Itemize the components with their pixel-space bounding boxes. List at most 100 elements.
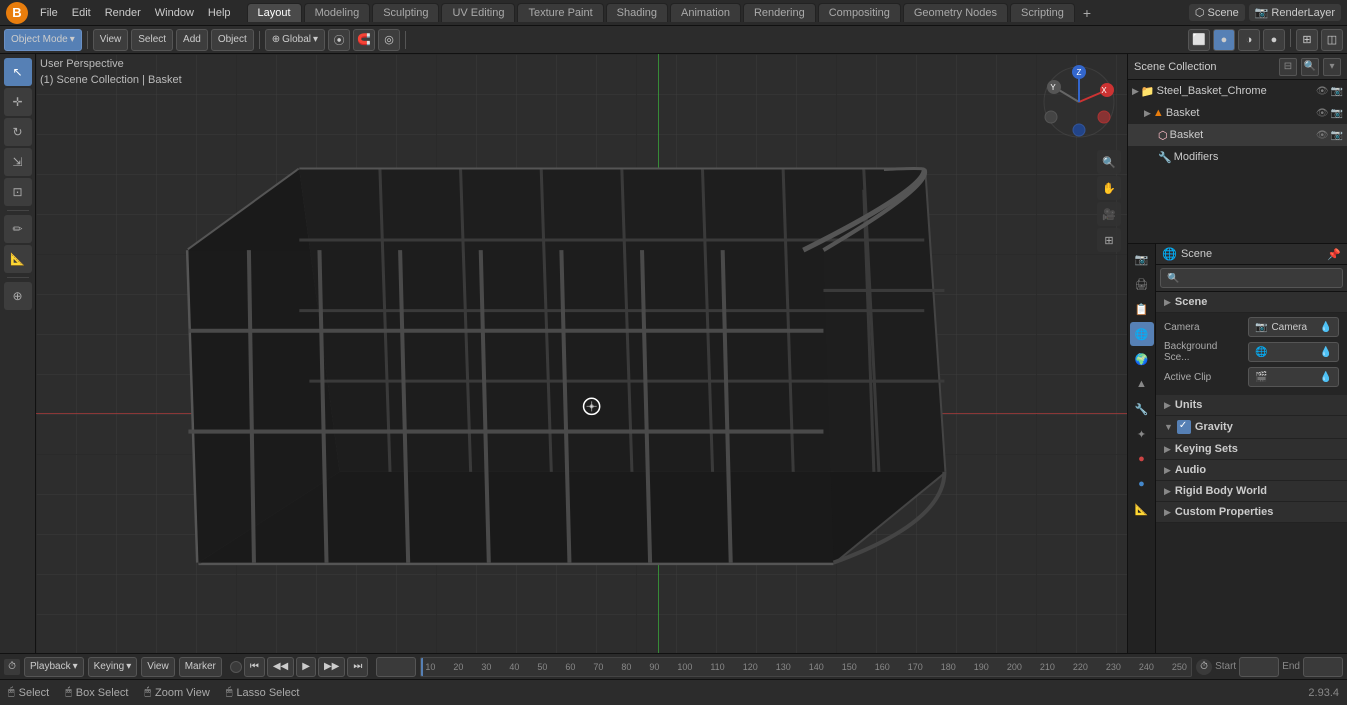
tree-item-basket-mesh[interactable]: ⬡ Basket 👁 📷 <box>1128 124 1347 146</box>
tree-item-steel-basket-chrome[interactable]: ▶ 📁 Steel_Basket_Chrome 👁 📷 <box>1128 80 1347 102</box>
world-props-icon[interactable]: 🌍 <box>1130 347 1154 371</box>
material-preview-btn[interactable]: ◑ <box>1238 29 1260 51</box>
select-menu[interactable]: Select <box>131 29 173 51</box>
view-timeline-menu[interactable]: View <box>141 657 175 677</box>
visibility-icon-3[interactable]: 👁 <box>1316 130 1329 141</box>
active-clip-value[interactable]: 🎬 💧 <box>1248 367 1339 387</box>
viewport[interactable]: User Perspective (1) Scene Collection | … <box>36 54 1127 653</box>
output-props-icon[interactable]: 🖨 <box>1130 272 1154 296</box>
menu-render[interactable]: Render <box>99 5 147 21</box>
audio-section-header[interactable]: ▶ Audio <box>1156 460 1347 481</box>
timeline-ruler[interactable]: 10 20 30 40 50 60 70 80 90 100 110 120 1… <box>420 657 1192 677</box>
solid-btn[interactable]: ● <box>1213 29 1235 51</box>
grid-btn[interactable]: ⊞ <box>1097 228 1121 252</box>
playhead[interactable] <box>421 658 423 676</box>
visibility-icon[interactable]: 👁 <box>1316 86 1329 97</box>
props-pin-btn[interactable]: 📌 <box>1327 248 1341 261</box>
transform-pivot[interactable]: ⦿ <box>328 29 350 51</box>
gravity-section-header[interactable]: ▼ Gravity <box>1156 416 1347 439</box>
next-keyframe-btn[interactable]: ▶▶ <box>318 657 345 677</box>
gravity-checkbox[interactable] <box>1177 420 1191 434</box>
particles-icon[interactable]: ✦ <box>1130 422 1154 446</box>
scale-tool[interactable]: ⇲ <box>4 148 32 176</box>
annotate-tool[interactable]: ✏ <box>4 215 32 243</box>
workspace-tab-animation[interactable]: Animation <box>670 3 741 22</box>
eyedropper-icon-3[interactable]: 💧 <box>1320 372 1332 383</box>
tree-item-modifiers[interactable]: 🔧 Modifiers <box>1128 146 1347 168</box>
background-scene-value[interactable]: 🌐 💧 <box>1248 342 1339 362</box>
eyedropper-icon[interactable]: 💧 <box>1320 322 1332 333</box>
render-layer-selector[interactable]: 📷 RenderLayer <box>1249 4 1341 21</box>
menu-file[interactable]: File <box>34 5 64 21</box>
render-props-icon[interactable]: 📷 <box>1130 247 1154 271</box>
menu-edit[interactable]: Edit <box>66 5 97 21</box>
object-props-icon[interactable]: ▲ <box>1130 372 1154 396</box>
keying-sets-section-header[interactable]: ▶ Keying Sets <box>1156 439 1347 460</box>
add-menu[interactable]: Add <box>176 29 208 51</box>
modifier-props-icon[interactable]: 🔧 <box>1130 397 1154 421</box>
scene-props-icon[interactable]: 🌐 <box>1130 322 1154 346</box>
playback-menu[interactable]: Playback ▾ <box>24 657 84 677</box>
scene-selector[interactable]: ⬡ Scene <box>1189 4 1245 21</box>
workspace-tab-sculpting[interactable]: Sculpting <box>372 3 439 22</box>
workspace-tab-scripting[interactable]: Scripting <box>1010 3 1075 22</box>
snap-btn[interactable]: 🧲 <box>353 29 375 51</box>
end-frame-input[interactable]: 250 <box>1303 657 1343 677</box>
tree-item-basket-parent[interactable]: ▶ ▲ Basket 👁 📷 <box>1128 102 1347 124</box>
menu-window[interactable]: Window <box>149 5 200 21</box>
transform-tool[interactable]: ⊡ <box>4 178 32 206</box>
physics-icon[interactable]: ● <box>1130 447 1154 471</box>
eyedropper-icon-2[interactable]: 💧 <box>1320 347 1332 358</box>
visibility-icon-2[interactable]: 👁 <box>1316 108 1329 119</box>
workspace-tab-uv-editing[interactable]: UV Editing <box>441 3 515 22</box>
measure-tool[interactable]: 📐 <box>4 245 32 273</box>
overlay-btn[interactable]: ⊞ <box>1296 29 1318 51</box>
object-menu[interactable]: Object <box>211 29 254 51</box>
transform-space[interactable]: ⊕ Global ▾ <box>265 29 325 51</box>
outliner-search-btn[interactable]: 🔍 <box>1301 58 1319 76</box>
view-menu[interactable]: View <box>93 29 129 51</box>
xray-btn[interactable]: ◫ <box>1321 29 1343 51</box>
record-btn[interactable] <box>230 661 242 673</box>
jump-to-end-btn[interactable]: ⏭ <box>347 657 368 677</box>
workspace-tab-layout[interactable]: Layout <box>247 3 302 22</box>
fps-icon[interactable]: ⏱ <box>1196 659 1212 675</box>
rigid-body-section-header[interactable]: ▶ Rigid Body World <box>1156 481 1347 502</box>
workspace-tab-shading[interactable]: Shading <box>606 3 668 22</box>
cursor-tool[interactable]: ↖ <box>4 58 32 86</box>
menu-help[interactable]: Help <box>202 5 237 21</box>
wireframe-btn[interactable]: ⬜ <box>1188 29 1210 51</box>
proportional-editing[interactable]: ◎ <box>378 29 400 51</box>
camera-visibility-icon-3[interactable]: 📷 <box>1331 130 1343 141</box>
camera-value[interactable]: 📷 Camera 💧 <box>1248 317 1339 337</box>
units-section-header[interactable]: ▶ Units <box>1156 395 1347 416</box>
props-search-input[interactable] <box>1160 268 1343 288</box>
zoom-in-btn[interactable]: 🔍 <box>1097 150 1121 174</box>
scene-section-header[interactable]: ▶ Scene <box>1156 292 1347 313</box>
workspace-tab-compositing[interactable]: Compositing <box>818 3 901 22</box>
custom-props-section-header[interactable]: ▶ Custom Properties <box>1156 502 1347 523</box>
jump-to-start-btn[interactable]: ⏮ <box>244 657 265 677</box>
constraints-icon[interactable]: ● <box>1130 472 1154 496</box>
current-frame-input[interactable]: 1 <box>376 657 416 677</box>
outliner-options-btn[interactable]: ▾ <box>1323 58 1341 76</box>
camera-btn[interactable]: 🎥 <box>1097 202 1121 226</box>
workspace-tab-texture-paint[interactable]: Texture Paint <box>517 3 603 22</box>
pan-btn[interactable]: ✋ <box>1097 176 1121 200</box>
rotate-tool[interactable]: ↻ <box>4 118 32 146</box>
start-frame-input[interactable]: 1 <box>1239 657 1279 677</box>
workspace-tab-modeling[interactable]: Modeling <box>304 3 371 22</box>
view-layer-icon[interactable]: 📋 <box>1130 297 1154 321</box>
timeline-type-selector[interactable]: ⏱ <box>4 659 20 675</box>
move-tool[interactable]: ✛ <box>4 88 32 116</box>
camera-visibility-icon-2[interactable]: 📷 <box>1331 108 1343 119</box>
outliner-filter-btn[interactable]: ⊟ <box>1279 58 1297 76</box>
marker-menu[interactable]: Marker <box>179 657 222 677</box>
workspace-tab-geometry-nodes[interactable]: Geometry Nodes <box>903 3 1008 22</box>
add-workspace-tab[interactable]: + <box>1077 3 1097 23</box>
workspace-tab-rendering[interactable]: Rendering <box>743 3 816 22</box>
prev-keyframe-btn[interactable]: ◀◀ <box>267 657 294 677</box>
object-mode-selector[interactable]: Object Mode ▾ <box>4 29 82 51</box>
keying-menu[interactable]: Keying ▾ <box>88 657 138 677</box>
camera-visibility-icon[interactable]: 📷 <box>1331 86 1343 97</box>
